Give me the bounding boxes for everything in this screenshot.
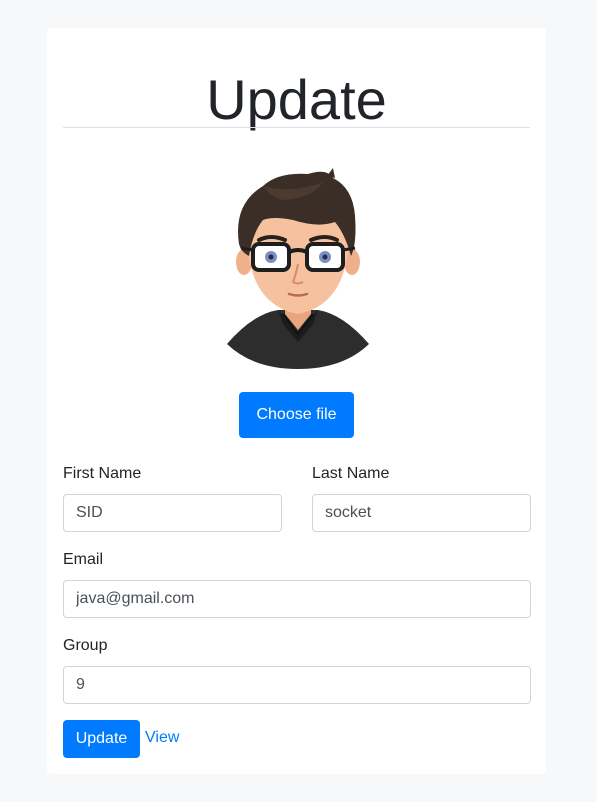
- title-divider: [63, 127, 530, 128]
- last-name-input[interactable]: [312, 494, 531, 532]
- last-name-label: Last Name: [312, 465, 390, 482]
- email-input[interactable]: [63, 580, 531, 618]
- first-name-label: First Name: [63, 465, 142, 482]
- group-label: Group: [63, 637, 108, 654]
- update-button[interactable]: Update: [63, 720, 140, 758]
- group-input[interactable]: [63, 666, 531, 704]
- user-avatar-icon: [227, 168, 369, 369]
- first-name-input[interactable]: [63, 494, 282, 532]
- view-link[interactable]: View: [145, 728, 179, 748]
- page-title: Update: [206, 68, 387, 131]
- email-label: Email: [63, 551, 104, 568]
- update-card: Update Choose file First Name SID Last N…: [47, 28, 546, 774]
- choose-file-button[interactable]: Choose file: [239, 392, 354, 438]
